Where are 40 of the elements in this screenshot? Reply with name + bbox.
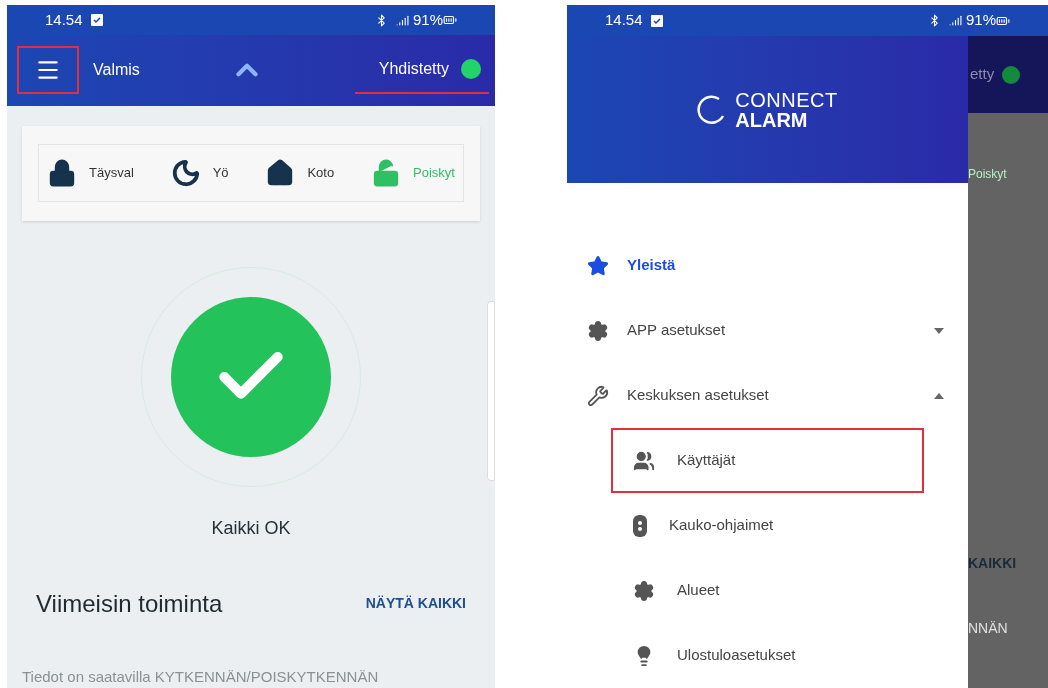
drawer-item[interactable]: Yleistä: [567, 233, 968, 298]
signal-icon: [948, 14, 962, 27]
drawer-subitem[interactable]: Kauko-ohjaimet: [611, 493, 924, 558]
status-text: Kaikki OK: [211, 516, 291, 540]
expand-caret-icon: [934, 327, 944, 334]
clock-text: 14.54: [605, 10, 643, 31]
notification-icon: [650, 14, 663, 27]
mode-text: Poiskyt: [968, 166, 1008, 183]
lock-icon: [47, 158, 77, 188]
info-text: Tiedot on saatavilla KYTKENNÄN/POISKYTKENNÄN: [22, 666, 380, 687]
wrench-icon: [587, 384, 609, 407]
drawer-subitem[interactable]: Käyttäjät: [611, 428, 924, 493]
notification-icon: [90, 14, 103, 27]
drawer-subitem[interactable]: Alueet: [611, 558, 924, 623]
logo-text: CONNECT: [735, 89, 838, 110]
remote-icon: [633, 514, 647, 537]
star-icon: [587, 254, 609, 277]
moon-icon: [170, 158, 201, 188]
section-title: Viimeisin toiminta: [36, 588, 223, 619]
gear-icon: [633, 579, 655, 602]
connection-text: Yhdistetty: [378, 59, 449, 80]
mode-option[interactable]: Koto: [265, 158, 335, 188]
battery-text: 91%: [412, 9, 443, 30]
menu-button[interactable]: [17, 46, 79, 95]
alarm-state-text: Valmis: [93, 60, 140, 81]
drawer-item[interactable]: APP asetukset: [567, 298, 968, 363]
connection-text: etty: [970, 64, 995, 85]
signal-icon: [395, 13, 409, 27]
logo-text: ALARM: [735, 109, 809, 130]
drawer-item[interactable]: Keskuksen asetukset: [567, 363, 968, 428]
collapse-caret-icon: [934, 392, 944, 399]
mode-option[interactable]: Yö: [170, 158, 229, 188]
mode-option[interactable]: Täysval: [47, 158, 134, 188]
gear-icon: [587, 319, 609, 342]
show-all-link[interactable]: NÄYTÄ KAIKKI: [365, 593, 466, 614]
info-text: NNÄN: [968, 619, 1009, 638]
drawer-subitem[interactable]: Ulostuloasetukset: [611, 623, 924, 688]
battery-text: 91%: [965, 10, 996, 31]
users-icon: [633, 449, 655, 472]
clock-text: 14.54: [45, 9, 83, 30]
